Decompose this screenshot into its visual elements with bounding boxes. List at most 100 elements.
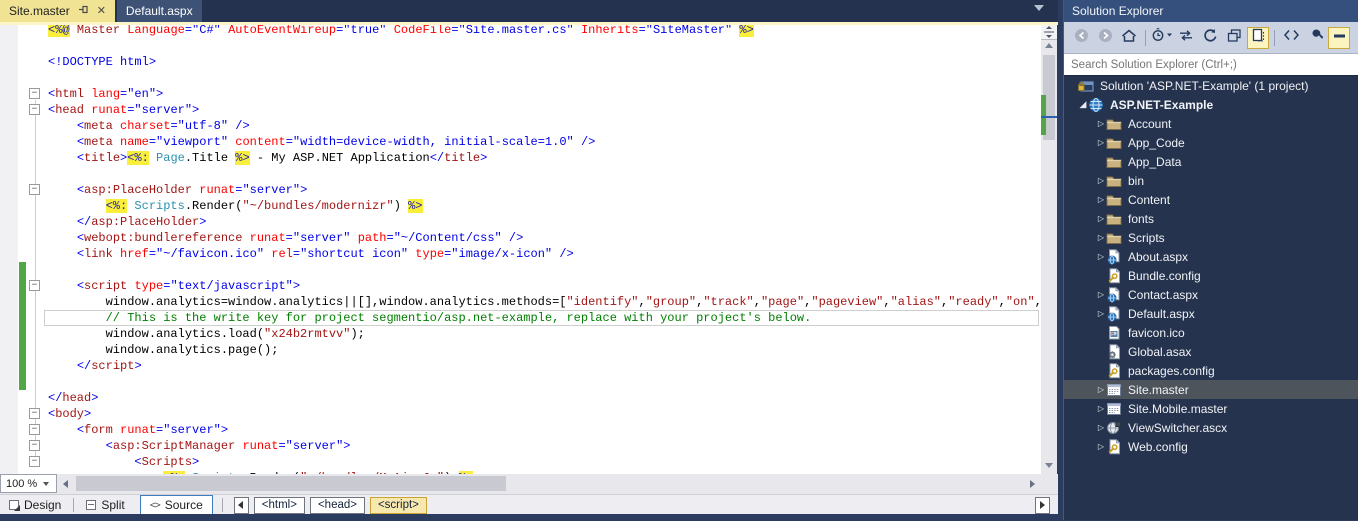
collapsed-arrow-icon[interactable]: ▷ [1096, 195, 1106, 204]
code-line[interactable]: <link href="~/favicon.ico" rel="shortcut… [0, 246, 1041, 262]
fold-collapse-icon[interactable]: − [29, 88, 40, 99]
code-line[interactable]: <meta charset="utf-8" /> [0, 118, 1041, 134]
forward-button[interactable] [1094, 27, 1116, 49]
code-text[interactable]: <%@ Master Language="C#" AutoEventWireup… [0, 25, 1041, 474]
view-code-button[interactable] [1280, 27, 1302, 49]
tree-item-bin[interactable]: ▷bin [1064, 171, 1358, 190]
fold-collapse-icon[interactable]: − [29, 408, 40, 419]
collapsed-arrow-icon[interactable]: ▷ [1096, 214, 1106, 223]
code-line[interactable] [0, 262, 1041, 278]
fold-collapse-icon[interactable]: − [29, 280, 40, 291]
tag-navigator-forward-button[interactable] [1035, 497, 1050, 514]
expanded-arrow-icon[interactable]: ◢ [1078, 99, 1088, 110]
code-editor[interactable]: <%@ Master Language="C#" AutoEventWireup… [0, 25, 1041, 474]
code-line[interactable]: −<head runat="server"> [0, 102, 1041, 118]
code-line[interactable]: window.analytics.page(); [0, 342, 1041, 358]
code-line[interactable]: // This is the write key for project seg… [0, 310, 1041, 326]
preview-selected-items-button[interactable] [1328, 27, 1350, 49]
code-line[interactable] [0, 38, 1041, 54]
collapsed-arrow-icon[interactable]: ▷ [1096, 290, 1106, 299]
tree-item-viewswitcher-ascx[interactable]: ▷ViewSwitcher.ascx [1064, 418, 1358, 437]
code-line[interactable]: <!DOCTYPE html> [0, 54, 1041, 70]
collapsed-arrow-icon[interactable]: ▷ [1096, 404, 1106, 413]
code-line[interactable] [0, 70, 1041, 86]
tree-item-site-mobile-master[interactable]: ▷Site.Mobile.master [1064, 399, 1358, 418]
tree-item-bundle-config[interactable]: Bundle.config [1064, 266, 1358, 285]
horizontal-scroll-thumb[interactable] [76, 476, 506, 491]
code-line[interactable]: window.analytics=window.analytics||[],wi… [0, 294, 1041, 310]
scroll-left-icon[interactable] [63, 480, 68, 488]
switch-views-button[interactable] [1151, 27, 1173, 49]
tree-item-packages-config[interactable]: packages.config [1064, 361, 1358, 380]
split-view-button[interactable]: Split [77, 496, 133, 514]
close-tab-icon[interactable]: ✕ [97, 6, 106, 17]
tree-item-asp-net-example[interactable]: ◢ASP.NET-Example [1064, 95, 1358, 114]
tree-item-web-config[interactable]: ▷Web.config [1064, 437, 1358, 456]
collapsed-arrow-icon[interactable]: ▷ [1096, 138, 1106, 147]
collapsed-arrow-icon[interactable]: ▷ [1096, 176, 1106, 185]
tag-breadcrumb-html[interactable]: <html> [254, 497, 305, 514]
tree-item-app-code[interactable]: ▷App_Code [1064, 133, 1358, 152]
collapsed-arrow-icon[interactable]: ▷ [1096, 385, 1106, 394]
collapsed-arrow-icon[interactable]: ▷ [1096, 442, 1106, 451]
code-line[interactable]: − <Scripts> [0, 454, 1041, 470]
scroll-down-icon[interactable] [1045, 463, 1053, 468]
tag-breadcrumb-script[interactable]: <script> [370, 497, 427, 514]
tree-item-default-aspx[interactable]: ▷Default.aspx [1064, 304, 1358, 323]
tree-item-contact-aspx[interactable]: ▷Contact.aspx [1064, 285, 1358, 304]
scroll-up-icon[interactable] [1045, 43, 1053, 48]
scroll-right-icon[interactable] [1030, 480, 1035, 488]
tree-item-global-asax[interactable]: Global.asax [1064, 342, 1358, 361]
split-window-handle-icon[interactable] [1041, 25, 1057, 40]
tag-navigator-back-button[interactable] [234, 497, 249, 514]
search-input[interactable] [1064, 54, 1358, 75]
sync-with-active-document-button[interactable] [1175, 27, 1197, 49]
properties-button[interactable] [1304, 27, 1326, 49]
document-list-dropdown-icon[interactable] [1034, 5, 1044, 11]
code-line[interactable]: </asp:PlaceHolder> [0, 214, 1041, 230]
code-line[interactable]: <%: Scripts.Render("~/bundles/modernizr"… [0, 198, 1041, 214]
code-line[interactable]: − <asp:ScriptManager runat="server"> [0, 438, 1041, 454]
code-line[interactable]: <title><%: Page.Title %> - My ASP.NET Ap… [0, 150, 1041, 166]
tree-item-site-master[interactable]: ▷Site.master [1064, 380, 1358, 399]
tree-item-app-data[interactable]: App_Data [1064, 152, 1358, 171]
code-line[interactable]: − <asp:PlaceHolder runat="server"> [0, 182, 1041, 198]
code-line[interactable]: − <script type="text/javascript"> [0, 278, 1041, 294]
collapsed-arrow-icon[interactable]: ▷ [1096, 252, 1106, 261]
collapsed-arrow-icon[interactable]: ▷ [1096, 233, 1106, 242]
tree-item-favicon-ico[interactable]: favicon.ico [1064, 323, 1358, 342]
fold-collapse-icon[interactable]: − [29, 184, 40, 195]
editor-vertical-scrollbar[interactable] [1041, 25, 1057, 474]
home-button[interactable] [1118, 27, 1140, 49]
show-all-files-button[interactable] [1247, 27, 1269, 49]
code-line[interactable]: −<html lang="en"> [0, 86, 1041, 102]
fold-collapse-icon[interactable]: − [29, 440, 40, 451]
collapsed-arrow-icon[interactable]: ▷ [1096, 309, 1106, 318]
tag-breadcrumb-head[interactable]: <head> [310, 497, 365, 514]
code-line[interactable]: <webopt:bundlereference runat="server" p… [0, 230, 1041, 246]
document-tab-site-master[interactable]: Site.master✕ [0, 0, 115, 22]
refresh-button[interactable] [1199, 27, 1221, 49]
code-line[interactable] [0, 166, 1041, 182]
tree-item-fonts[interactable]: ▷fonts [1064, 209, 1358, 228]
collapse-all-button[interactable] [1223, 27, 1245, 49]
zoom-level-dropdown[interactable]: 100 % [0, 474, 57, 493]
fold-collapse-icon[interactable]: − [29, 456, 40, 467]
code-line[interactable]: <%@ Master Language="C#" AutoEventWireup… [0, 25, 1041, 38]
code-line[interactable] [0, 374, 1041, 390]
tree-item-about-aspx[interactable]: ▷About.aspx [1064, 247, 1358, 266]
code-line[interactable]: − <form runat="server"> [0, 422, 1041, 438]
solution-explorer-title[interactable]: Solution Explorer [1064, 0, 1358, 22]
source-view-button[interactable]: <> Source [140, 495, 213, 515]
code-line[interactable]: </head> [0, 390, 1041, 406]
code-line[interactable]: <meta name="viewport" content="width=dev… [0, 134, 1041, 150]
document-tab-default-aspx[interactable]: Default.aspx [117, 0, 202, 22]
collapsed-arrow-icon[interactable]: ▷ [1096, 119, 1106, 128]
tree-item-solution-asp-net-example-1-project-[interactable]: Solution 'ASP.NET-Example' (1 project) [1064, 76, 1358, 95]
tree-item-account[interactable]: ▷Account [1064, 114, 1358, 133]
design-view-button[interactable]: Design [0, 496, 70, 514]
tree-item-content[interactable]: ▷Content [1064, 190, 1358, 209]
back-button[interactable] [1070, 27, 1092, 49]
collapsed-arrow-icon[interactable]: ▷ [1096, 423, 1106, 432]
code-line[interactable]: −<body> [0, 406, 1041, 422]
